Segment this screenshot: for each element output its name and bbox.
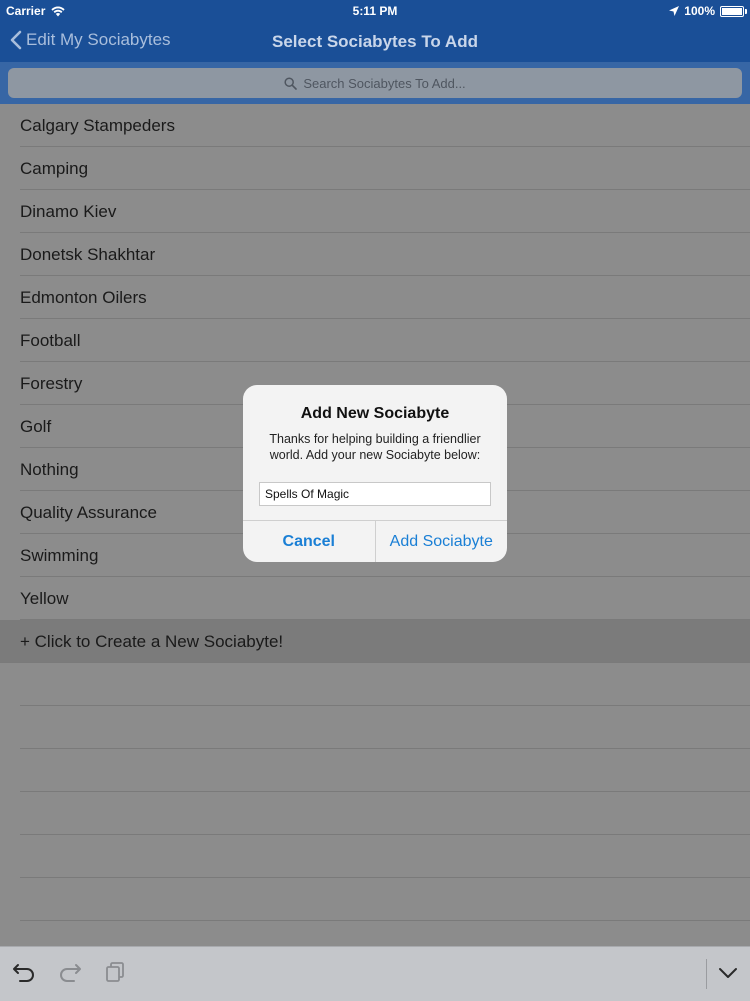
sociabyte-name-input[interactable] — [259, 482, 491, 506]
search-input[interactable]: Search Sociabytes To Add... — [8, 68, 742, 98]
list-item-label: Edmonton Oilers — [20, 288, 147, 307]
empty-row — [0, 878, 750, 921]
paste-icon[interactable] — [104, 961, 126, 983]
undo-icon[interactable] — [12, 961, 36, 983]
status-time: 5:11 PM — [352, 4, 398, 18]
search-bar: Search Sociabytes To Add... — [0, 62, 750, 104]
battery-percent: 100% — [684, 4, 715, 18]
list-item-label: Calgary Stampeders — [20, 116, 175, 135]
toolbar-divider — [706, 959, 707, 989]
page-title: Select Sociabytes To Add — [272, 32, 478, 51]
status-bar: Carrier 5:11 PM 100% — [0, 0, 750, 22]
empty-row — [0, 792, 750, 835]
battery-icon — [720, 5, 747, 17]
list-item-label: Camping — [20, 159, 89, 178]
chevron-down-icon[interactable] — [718, 967, 738, 979]
create-sociabyte-row[interactable]: + Click to Create a New Sociabyte! — [0, 620, 750, 663]
list-item-label: Swimming — [20, 546, 99, 565]
navigation-bar: Edit My Sociabytes Select Sociabytes To … — [0, 22, 750, 62]
search-placeholder: Search Sociabytes To Add... — [303, 75, 466, 91]
list-item[interactable]: Dinamo Kiev — [0, 190, 750, 233]
list-item[interactable]: Yellow — [0, 577, 750, 620]
list-item-label: Golf — [20, 417, 52, 436]
list-item[interactable]: Calgary Stampeders — [0, 104, 750, 147]
location-arrow-icon — [669, 6, 680, 16]
list-item[interactable]: Edmonton Oilers — [0, 276, 750, 319]
keyboard-shortcut-bar — [0, 946, 750, 1001]
list-item-label: Quality Assurance — [20, 503, 158, 522]
list-item-label: Football — [20, 331, 81, 350]
empty-row — [0, 706, 750, 749]
add-sociabyte-dialog: Add New Sociabyte Thanks for helping bui… — [243, 385, 507, 562]
list-item[interactable]: Camping — [0, 147, 750, 190]
list-item-label: Yellow — [20, 589, 69, 608]
list-item-label: Forestry — [20, 374, 83, 393]
list-item-label: Nothing — [20, 460, 79, 479]
list-item-label: Dinamo Kiev — [20, 202, 117, 221]
add-sociabyte-button[interactable]: Add Sociabyte — [376, 521, 508, 562]
status-right-group: 100% — [669, 4, 747, 18]
dialog-actions: Cancel Add Sociabyte — [243, 520, 507, 562]
dialog-message: Thanks for helping building a friendlier… — [269, 432, 481, 462]
list-item[interactable]: Donetsk Shakhtar — [0, 233, 750, 276]
redo-icon[interactable] — [58, 961, 82, 983]
list-item[interactable]: Football — [0, 319, 750, 362]
create-sociabyte-label: + Click to Create a New Sociabyte! — [20, 632, 284, 651]
cancel-button[interactable]: Cancel — [243, 521, 376, 562]
list-item-label: Donetsk Shakhtar — [20, 245, 156, 264]
dialog-title: Add New Sociabyte — [300, 405, 450, 422]
search-icon — [284, 76, 298, 90]
empty-row — [0, 749, 750, 792]
empty-row — [0, 835, 750, 878]
empty-row — [0, 663, 750, 706]
